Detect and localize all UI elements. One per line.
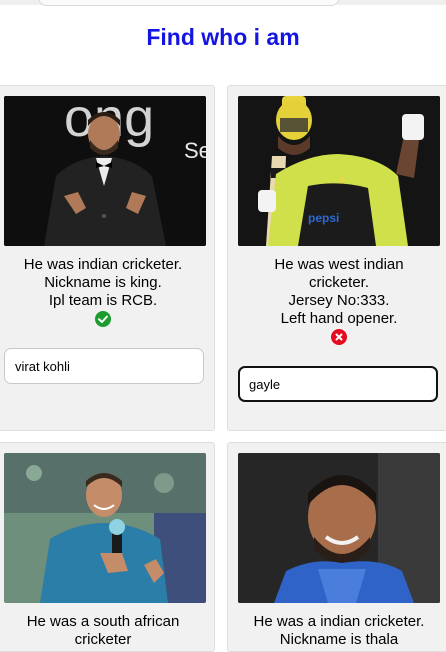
clue-line: He was indian cricketer. xyxy=(23,256,183,273)
answer-input-1[interactable] xyxy=(4,348,204,384)
x-circle-icon xyxy=(331,329,347,345)
clue-text-3: He was a south african cricketer xyxy=(0,613,208,649)
clue-line: Jersey No:333. xyxy=(288,292,390,309)
svg-text:pepsi: pepsi xyxy=(308,211,339,225)
browser-top-strip xyxy=(0,0,446,6)
player-photo-1: ong Se xyxy=(4,96,206,246)
clue-text-4: He was a indian cricketer. Nickname is t… xyxy=(234,613,444,649)
quiz-card-2: pepsi He was west indian cricketer. Jers… xyxy=(227,85,446,431)
svg-text:Se: Se xyxy=(184,138,206,163)
player-photo-2: pepsi xyxy=(238,96,440,246)
clue-line: cricketer xyxy=(74,631,132,648)
clue-line: Nickname is king. xyxy=(44,274,162,291)
player-photo-4 xyxy=(238,453,440,603)
answer-input-2[interactable] xyxy=(238,366,438,402)
clue-line: He was a indian cricketer. xyxy=(253,613,425,630)
player-photo-3 xyxy=(4,453,206,603)
address-bar-edge[interactable] xyxy=(38,0,340,6)
quiz-card-3: He was a south african cricketer xyxy=(0,442,215,652)
clue-text-2: He was west indian cricketer. Jersey No:… xyxy=(234,256,444,346)
clue-line: Ipl team is RCB. xyxy=(48,292,158,309)
clue-text-1: He was indian cricketer. Nickname is kin… xyxy=(0,256,208,328)
quiz-card-1: ong Se He was indian cricketer. Nickname… xyxy=(0,85,215,431)
clue-line: Nickname is thala xyxy=(279,631,399,648)
clue-line: He was a south african xyxy=(26,613,180,630)
page-title: Find who i am xyxy=(146,24,300,50)
clue-line: cricketer. xyxy=(308,274,369,291)
check-circle-icon xyxy=(95,311,111,327)
clue-line: He was west indian xyxy=(274,256,404,273)
clue-line: Left hand opener. xyxy=(280,310,398,327)
quiz-card-4: He was a indian cricketer. Nickname is t… xyxy=(227,442,446,652)
